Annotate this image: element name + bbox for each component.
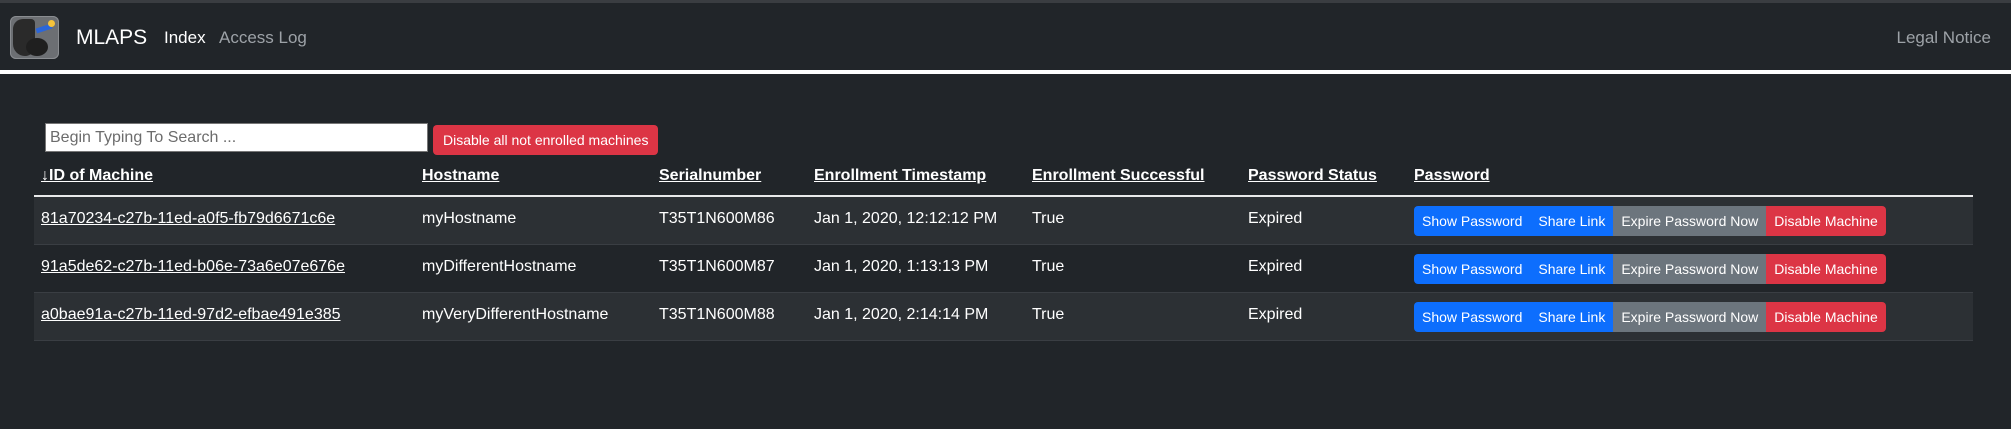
hostname-cell: myHostname [422, 210, 517, 227]
expire-password-button[interactable]: Expire Password Now [1613, 254, 1767, 284]
nav-item-index[interactable]: Index [164, 28, 206, 48]
password-actions: Show Password Share Link Expire Password… [1414, 206, 1886, 236]
show-password-button[interactable]: Show Password [1414, 206, 1531, 236]
share-link-button[interactable]: Share Link [1530, 254, 1614, 284]
enrollment-successful-cell: True [1032, 210, 1065, 227]
expire-password-button[interactable]: Expire Password Now [1613, 206, 1767, 236]
serialnumber-cell: T35T1N600M87 [659, 258, 775, 275]
password-status-cell: Expired [1248, 258, 1303, 275]
hostname-cell: myVeryDifferentHostname [422, 306, 609, 323]
show-password-button[interactable]: Show Password [1414, 254, 1531, 284]
disable-machine-button[interactable]: Disable Machine [1766, 254, 1886, 284]
column-header-id[interactable]: ↓ID of Machine [41, 167, 153, 185]
column-header-hostname[interactable]: Hostname [422, 167, 499, 185]
app-logo-icon[interactable] [10, 16, 59, 59]
show-password-button[interactable]: Show Password [1414, 302, 1531, 332]
enrollment-timestamp-cell: Jan 1, 2020, 2:14:14 PM [814, 306, 989, 323]
expire-password-button[interactable]: Expire Password Now [1613, 302, 1767, 332]
hostname-cell: myDifferentHostname [422, 258, 577, 275]
table-header: ↓ID of Machine Hostname Serialnumber Enr… [34, 162, 1973, 197]
password-actions: Show Password Share Link Expire Password… [1414, 302, 1886, 332]
serialnumber-cell: T35T1N600M86 [659, 210, 775, 227]
nav-item-legal-notice[interactable]: Legal Notice [1896, 28, 1991, 48]
table-row: a0bae91a-c27b-11ed-97d2-efbae491e385 myV… [34, 293, 1973, 341]
column-header-password-status[interactable]: Password Status [1248, 167, 1377, 185]
machine-id-link[interactable]: a0bae91a-c27b-11ed-97d2-efbae491e385 [41, 306, 341, 324]
navbar-divider [0, 70, 2011, 74]
table-row: 81a70234-c27b-11ed-a0f5-fb79d6671c6e myH… [34, 197, 1973, 245]
machine-id-link[interactable]: 81a70234-c27b-11ed-a0f5-fb79d6671c6e [41, 210, 335, 228]
column-header-enrollment-successful[interactable]: Enrollment Successful [1032, 167, 1205, 185]
serialnumber-cell: T35T1N600M88 [659, 306, 775, 323]
sort-arrow-icon: ↓ [41, 167, 49, 184]
enrollment-successful-cell: True [1032, 306, 1065, 323]
navbar: MLAPS Index Access Log Legal Notice [0, 3, 2011, 71]
disable-machine-button[interactable]: Disable Machine [1766, 206, 1886, 236]
column-header-serialnumber[interactable]: Serialnumber [659, 167, 761, 185]
brand-name[interactable]: MLAPS [76, 26, 147, 50]
table-row: 91a5de62-c27b-11ed-b06e-73a6e07e676e myD… [34, 245, 1973, 293]
share-link-button[interactable]: Share Link [1530, 302, 1614, 332]
search-input[interactable] [45, 123, 428, 152]
column-header-password[interactable]: Password [1414, 167, 1490, 185]
enrollment-successful-cell: True [1032, 258, 1065, 275]
machine-id-link[interactable]: 91a5de62-c27b-11ed-b06e-73a6e07e676e [41, 258, 345, 276]
password-actions: Show Password Share Link Expire Password… [1414, 254, 1886, 284]
enrollment-timestamp-cell: Jan 1, 2020, 1:13:13 PM [814, 258, 989, 275]
enrollment-timestamp-cell: Jan 1, 2020, 12:12:12 PM [814, 210, 998, 227]
password-status-cell: Expired [1248, 210, 1303, 227]
disable-all-unenrolled-button[interactable]: Disable all not enrolled machines [433, 125, 659, 155]
disable-machine-button[interactable]: Disable Machine [1766, 302, 1886, 332]
password-status-cell: Expired [1248, 306, 1303, 323]
nav-item-access-log[interactable]: Access Log [219, 28, 307, 48]
share-link-button[interactable]: Share Link [1530, 206, 1614, 236]
machines-table: ↓ID of Machine Hostname Serialnumber Enr… [34, 162, 1973, 341]
column-header-enrollment-timestamp[interactable]: Enrollment Timestamp [814, 167, 986, 185]
